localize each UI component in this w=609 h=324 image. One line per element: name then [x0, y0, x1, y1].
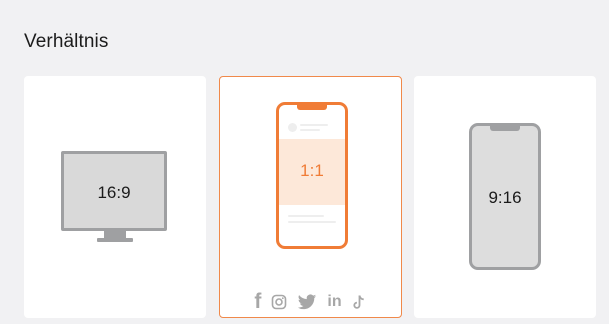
phone-notch [297, 105, 327, 110]
phone-portrait-icon: 9:16 [469, 123, 541, 270]
text-line-placeholder [300, 124, 328, 126]
text-line-placeholder [300, 129, 320, 131]
ratio-label: 16:9 [97, 183, 131, 202]
phone-notch [490, 125, 520, 131]
ratio-label: 1:1 [300, 161, 324, 180]
twitter-icon [297, 293, 317, 311]
text-line-placeholder [288, 221, 336, 223]
section-title: Verhältnis [24, 31, 109, 52]
monitor-base [97, 238, 133, 242]
monitor-icon: 16:9 [61, 151, 167, 231]
text-line-placeholder [288, 215, 324, 217]
ratio-option-1-1[interactable]: 1:1 f in [219, 76, 402, 318]
avatar-placeholder [288, 123, 297, 132]
instagram-icon [271, 294, 287, 310]
phone-square-post-icon: 1:1 [276, 102, 348, 249]
tiktok-icon [352, 294, 367, 311]
ratio-option-16-9[interactable]: 16:9 [24, 76, 206, 318]
square-content-area: 1:1 [279, 139, 345, 205]
linkedin-icon: in [327, 293, 342, 310]
ratio-label: 9:16 [488, 188, 522, 207]
social-platforms: f in [220, 290, 401, 314]
ratio-option-9-16[interactable]: 9:16 [414, 76, 596, 318]
facebook-icon: f [254, 290, 262, 313]
